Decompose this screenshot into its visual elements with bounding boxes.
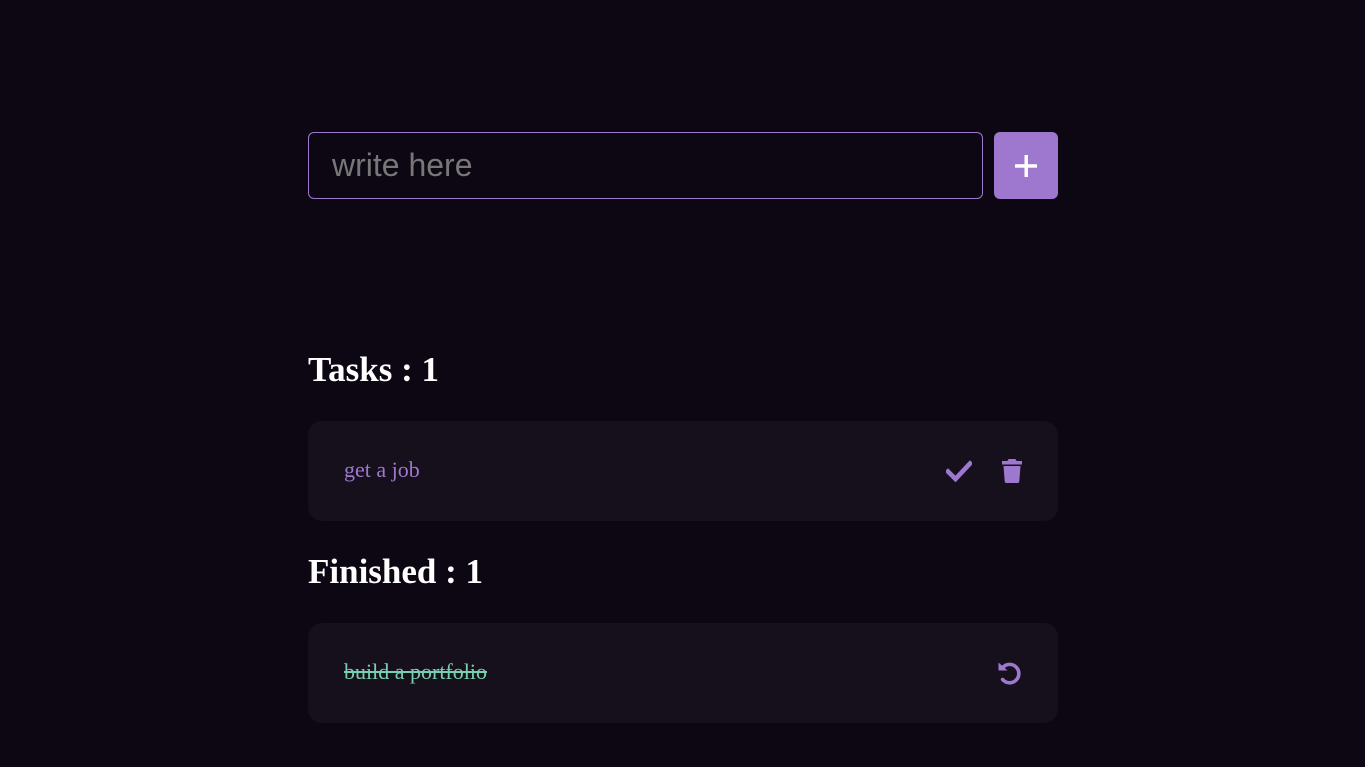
tasks-heading-separator: : xyxy=(392,350,422,389)
check-icon xyxy=(946,460,972,482)
restore-task-button[interactable] xyxy=(996,659,1024,687)
trash-icon xyxy=(1002,459,1022,483)
finished-heading-label: Finished xyxy=(308,552,437,591)
undo-icon xyxy=(998,662,1021,685)
task-card: get a job xyxy=(308,421,1058,521)
finished-heading: Finished : 1 xyxy=(308,552,483,592)
delete-task-button[interactable] xyxy=(998,457,1026,485)
finished-task-text: build a portfolio xyxy=(344,659,487,684)
task-input[interactable] xyxy=(308,132,983,199)
finished-count: 1 xyxy=(465,552,484,591)
task-text: get a job xyxy=(344,457,420,482)
tasks-heading: Tasks : 1 xyxy=(308,350,439,390)
add-task-form xyxy=(308,132,1058,199)
finished-heading-separator: : xyxy=(436,552,466,591)
complete-task-button[interactable] xyxy=(945,457,973,485)
plus-icon xyxy=(1015,154,1037,177)
tasks-heading-label: Tasks xyxy=(308,350,393,389)
add-task-button[interactable] xyxy=(994,132,1058,199)
finished-task-card: build a portfolio xyxy=(308,623,1058,723)
tasks-count: 1 xyxy=(421,350,440,389)
